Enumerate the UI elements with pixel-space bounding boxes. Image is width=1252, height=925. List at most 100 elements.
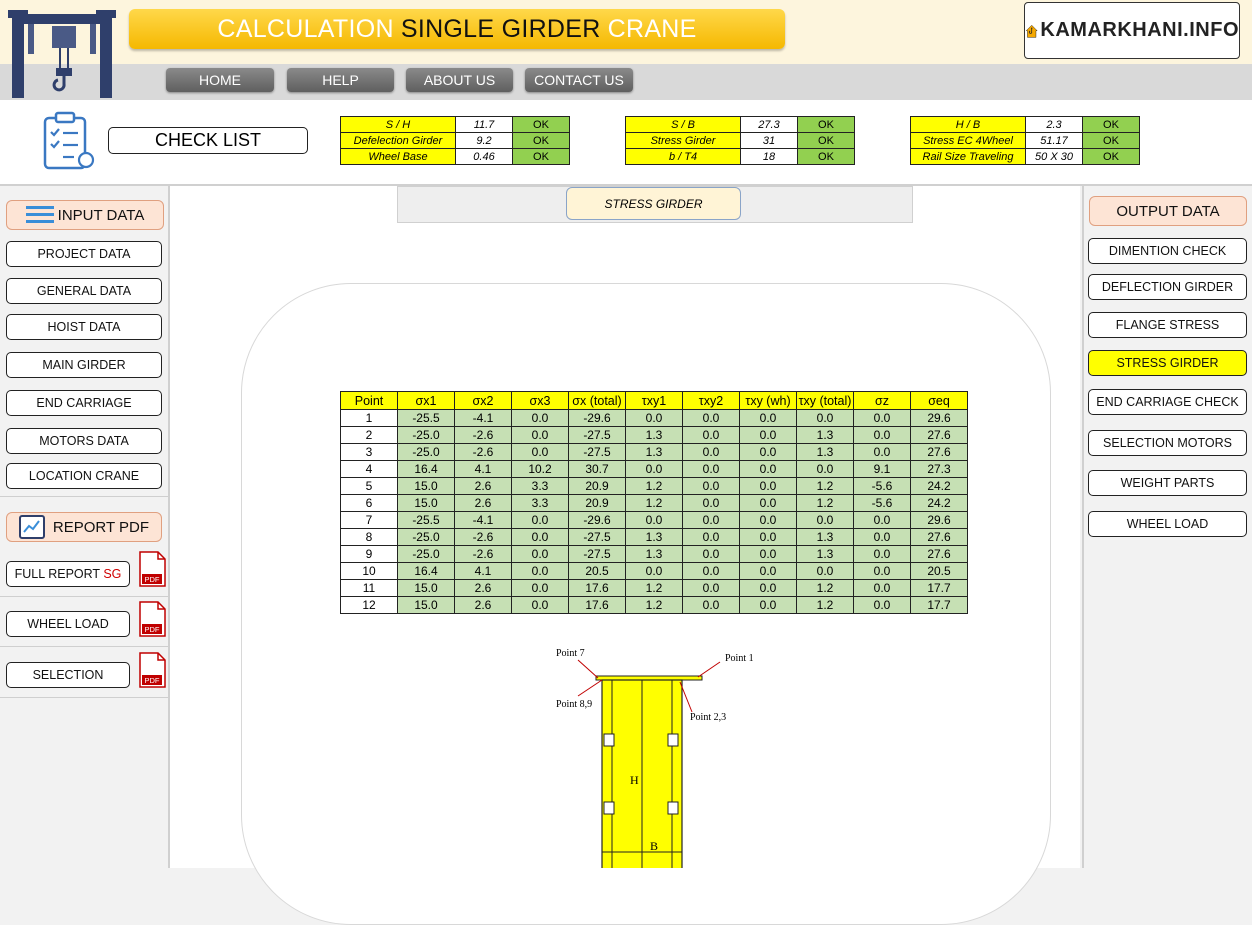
output-data-header[interactable]: OUTPUT DATA <box>1089 196 1247 226</box>
value-cell: 1.3 <box>625 443 683 461</box>
table-row: 1 -25.5 -4.1 0.0 -29.6 0.0 0.0 0.0 0.0 0.0 29.6 <box>340 409 968 427</box>
hoist-data-button[interactable]: HOIST DATA <box>6 314 162 340</box>
checklist-label: CHECK LIST <box>108 127 308 154</box>
page-title-banner: CALCULATION SINGLE GIRDER CRANE <box>129 9 785 49</box>
check-value: 9.2 <box>455 132 513 149</box>
value-cell: 3.3 <box>511 494 569 512</box>
value-cell: 15.0 <box>397 477 455 495</box>
table-row: 4 16.4 4.1 10.2 30.7 0.0 0.0 0.0 0.0 9.1 27.3 <box>340 460 968 478</box>
column-header: σx1 <box>397 391 455 410</box>
check-status: OK <box>1082 132 1140 149</box>
nav-about-button[interactable]: ABOUT US <box>406 68 513 92</box>
pdf-icon-text: PDF <box>145 625 160 634</box>
table-row: 3 -25.0 -2.6 0.0 -27.5 1.3 0.0 0.0 1.3 0.0 27.6 <box>340 443 968 461</box>
input-data-header[interactable]: INPUT DATA <box>6 200 164 230</box>
general-data-button[interactable]: GENERAL DATA <box>6 278 162 304</box>
check-value: 11.7 <box>455 116 513 133</box>
value-cell: 4.1 <box>454 460 512 478</box>
check-label: S / H <box>340 116 456 133</box>
label-point-8-9: Point 8,9 <box>556 699 592 710</box>
deflection-girder-button[interactable]: DEFLECTION GIRDER <box>1088 274 1247 300</box>
value-cell: -2.6 <box>454 426 512 444</box>
weight-parts-button[interactable]: WEIGHT PARTS <box>1088 470 1247 496</box>
value-cell: 0.0 <box>796 409 854 427</box>
selection-report-button[interactable]: SELECTION <box>6 662 130 688</box>
value-cell: 1.2 <box>796 477 854 495</box>
flange-stress-button[interactable]: FLANGE STRESS <box>1088 312 1247 338</box>
motors-data-button[interactable]: MOTORS DATA <box>6 428 162 454</box>
point-cell: 3 <box>340 443 398 461</box>
title-part-3: CRANE <box>607 14 697 43</box>
full-report-sg-button[interactable]: FULL REPORT SG <box>6 561 130 587</box>
checklist-row: H / B 2.3 OK <box>910 116 1140 133</box>
report-pdf-header[interactable]: REPORT PDF <box>6 512 162 542</box>
pdf-icon[interactable]: PDF <box>138 601 166 637</box>
value-cell: 0.0 <box>682 426 740 444</box>
value-cell: 1.2 <box>625 579 683 597</box>
value-cell: 0.0 <box>796 511 854 529</box>
check-label: b / T4 <box>625 148 741 165</box>
location-crane-button[interactable]: LOCATION CRANE <box>6 463 162 489</box>
table-row: 10 16.4 4.1 0.0 20.5 0.0 0.0 0.0 0.0 0.0 20.5 <box>340 562 968 580</box>
stress-table: Point σx1 σx2 σx3 σx (total) τxy1 τxy2 τ… <box>340 391 968 614</box>
label-point-1: Point 1 <box>725 653 754 664</box>
table-row: 5 15.0 2.6 3.3 20.9 1.2 0.0 0.0 1.2 -5.6 24.2 <box>340 477 968 495</box>
stiffener <box>667 733 679 747</box>
value-cell: 0.0 <box>853 426 911 444</box>
value-cell: 1.2 <box>796 596 854 614</box>
title-part-1: CALCULATION <box>217 14 394 43</box>
wheel-load-report-button[interactable]: WHEEL LOAD <box>6 611 130 637</box>
pdf-icon-text: PDF <box>145 575 160 584</box>
value-cell: 1.3 <box>625 545 683 563</box>
house-crane-icon <box>1025 24 1038 38</box>
column-header: σeq <box>910 391 968 410</box>
main-girder-button[interactable]: MAIN GIRDER <box>6 352 162 378</box>
value-cell: 24.2 <box>910 494 968 512</box>
value-cell: 0.0 <box>511 443 569 461</box>
label-point-7: Point 7 <box>556 648 585 659</box>
value-cell: 2.6 <box>454 494 512 512</box>
dimention-check-button[interactable]: DIMENTION CHECK <box>1088 238 1247 264</box>
value-cell: -25.5 <box>397 511 455 529</box>
value-cell: -25.0 <box>397 528 455 546</box>
wheel-load-button[interactable]: WHEEL LOAD <box>1088 511 1247 537</box>
end-carriage-check-button[interactable]: END CARRIAGE CHECK <box>1088 389 1247 415</box>
value-cell: 2.6 <box>454 579 512 597</box>
nav-help-button[interactable]: HELP <box>287 68 394 92</box>
value-cell: 27.6 <box>910 545 968 563</box>
brand-logo[interactable]: KAMARKHANI.INFO <box>1024 2 1240 59</box>
value-cell: -2.6 <box>454 443 512 461</box>
checklist-row: Rail Size Traveling 50 X 30 OK <box>910 148 1140 165</box>
table-row: 9 -25.0 -2.6 0.0 -27.5 1.3 0.0 0.0 1.3 0.0 27.6 <box>340 545 968 563</box>
value-cell: 20.9 <box>568 494 626 512</box>
value-cell: 0.0 <box>625 562 683 580</box>
point-cell: 11 <box>340 579 398 597</box>
value-cell: 17.7 <box>910 579 968 597</box>
table-row: 6 15.0 2.6 3.3 20.9 1.2 0.0 0.0 1.2 -5.6 24.2 <box>340 494 968 512</box>
value-cell: 2.6 <box>454 477 512 495</box>
value-cell: 0.0 <box>853 579 911 597</box>
value-cell: -25.0 <box>397 426 455 444</box>
crane-logo-icon <box>8 10 116 98</box>
value-cell: 1.3 <box>796 443 854 461</box>
selection-motors-button[interactable]: SELECTION MOTORS <box>1088 430 1247 456</box>
point-cell: 1 <box>340 409 398 427</box>
check-label: Defelection Girder <box>340 132 456 149</box>
check-status: OK <box>1082 116 1140 133</box>
end-carriage-button[interactable]: END CARRIAGE <box>6 390 162 416</box>
project-data-button[interactable]: PROJECT DATA <box>6 241 162 267</box>
value-cell: 1.3 <box>796 528 854 546</box>
stress-girder-button[interactable]: STRESS GIRDER <box>1088 350 1247 376</box>
value-cell: 27.6 <box>910 443 968 461</box>
nav-home-button[interactable]: HOME <box>166 68 274 92</box>
column-header: σz <box>853 391 911 410</box>
value-cell: 27.6 <box>910 528 968 546</box>
pdf-icon[interactable]: PDF <box>138 652 166 688</box>
divider <box>0 646 168 647</box>
value-cell: 0.0 <box>796 460 854 478</box>
value-cell: 0.0 <box>625 460 683 478</box>
nav-contact-button[interactable]: CONTACT US <box>525 68 633 92</box>
value-cell: -25.5 <box>397 409 455 427</box>
pdf-icon[interactable]: PDF <box>138 551 166 587</box>
tab-stress-girder[interactable]: STRESS GIRDER <box>566 187 741 220</box>
